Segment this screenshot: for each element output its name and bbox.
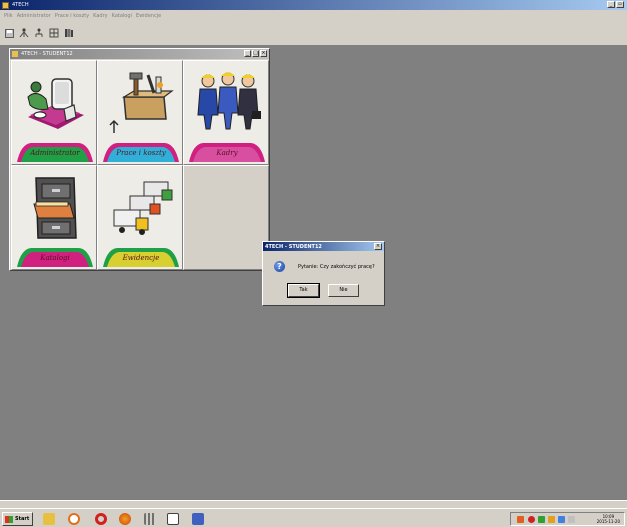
child-title-bar: 4TECH - STUDENT12 _ □ × (10, 49, 269, 59)
clock[interactable]: 10:09 2015-11-20 (597, 514, 620, 524)
save-icon[interactable] (4, 28, 14, 38)
tray-app-icon[interactable] (517, 516, 524, 523)
4tech-app-icon[interactable] (167, 513, 179, 525)
menu-item-kadry[interactable]: Kadry (93, 13, 107, 19)
tray-network-icon[interactable] (538, 516, 545, 523)
folder-icon[interactable] (43, 513, 55, 525)
tray-volume-icon[interactable] (568, 516, 575, 523)
tree-icon[interactable] (34, 28, 44, 38)
taskbar: Start 10:09 2015-11-20 (0, 508, 627, 527)
start-button[interactable]: Start (2, 512, 33, 526)
tile-label-kadry: Kadry (216, 149, 238, 157)
opera-icon[interactable] (95, 513, 107, 525)
grid-icon[interactable] (49, 28, 59, 38)
menu-item-katalogi[interactable]: Katalogi (112, 13, 132, 19)
minimize-button[interactable]: _ (607, 1, 615, 8)
child-window-icon (12, 51, 18, 57)
books-icon[interactable] (64, 28, 74, 38)
no-button[interactable]: Nie (328, 284, 359, 297)
filing-cabinet-icon (33, 177, 77, 239)
system-tray: 10:09 2015-11-20 (510, 512, 625, 526)
people-icon[interactable] (19, 28, 29, 38)
question-icon: ? (274, 261, 285, 272)
menu-item-administrator[interactable]: Administrator (17, 13, 51, 19)
toolbox-icon (109, 72, 174, 133)
computer-admin-icon (27, 78, 84, 129)
start-label: Start (15, 516, 30, 522)
child-window-title: 4TECH - STUDENT12 (21, 51, 73, 57)
tile-empty (183, 165, 269, 270)
workers-icon (197, 72, 261, 130)
dialog-title: 4TECH - STUDENT12 (265, 243, 322, 250)
tile-administrator[interactable]: Administrator (11, 60, 97, 165)
browser-icon[interactable] (119, 513, 131, 525)
tile-label-ewidencje: Ewidencje (122, 254, 160, 262)
calculator-icon[interactable] (144, 513, 156, 525)
tile-prace-i-koszty[interactable]: Prace i koszty (97, 60, 183, 165)
child-minimize-button[interactable]: _ (244, 50, 251, 57)
tile-label-prace-i-koszty: Prace i koszty (116, 149, 166, 157)
yes-button[interactable]: Tak (287, 283, 320, 298)
confirm-dialog: 4TECH - STUDENT12 × ? Pytanie: Czy zakoń… (262, 241, 385, 306)
app-icon[interactable] (2, 1, 9, 9)
main-panel-window: 4TECH - STUDENT12 _ □ × Administrator Pr… (9, 48, 270, 271)
tile-label-katalogi: Katalogi (40, 254, 70, 262)
dialog-message: Pytanie: Czy zakończyć pracę? (298, 264, 375, 270)
tile-label-administrator: Administrator (30, 149, 80, 157)
menu-item-plik[interactable]: Plik (4, 13, 13, 19)
tray-monitor-icon[interactable] (558, 516, 565, 523)
trucks-icon (113, 181, 173, 235)
tile-ewidencje[interactable]: Ewidencje (97, 165, 183, 270)
menu-bar: Plik Administrator Prace i koszty Kadry … (0, 10, 627, 21)
tile-katalogi[interactable]: Katalogi (11, 165, 97, 270)
windows-logo-icon (5, 515, 13, 523)
media-player-icon[interactable] (68, 513, 80, 525)
app-title: 4TECH (12, 2, 29, 8)
dialog-close-button[interactable]: × (374, 243, 382, 250)
clock-date: 2015-11-20 (596, 519, 620, 524)
tray-update-icon[interactable] (548, 516, 555, 523)
dialog-title-bar: 4TECH - STUDENT12 × (263, 242, 384, 251)
toolbar (0, 21, 627, 46)
menu-item-ewidencje[interactable]: Ewidencje (136, 13, 161, 19)
window-app-icon[interactable] (192, 513, 204, 525)
tile-kadry[interactable]: Kadry (183, 60, 269, 165)
status-bar (0, 500, 627, 508)
restore-button[interactable]: ▫ (616, 1, 624, 8)
child-close-button[interactable]: × (260, 50, 267, 57)
app-title-bar: 4TECH _ ▫ (0, 0, 627, 10)
tray-security-icon[interactable] (528, 516, 535, 523)
menu-item-prace-i-koszty[interactable]: Prace i koszty (55, 13, 89, 19)
child-maximize-button[interactable]: □ (252, 50, 259, 57)
